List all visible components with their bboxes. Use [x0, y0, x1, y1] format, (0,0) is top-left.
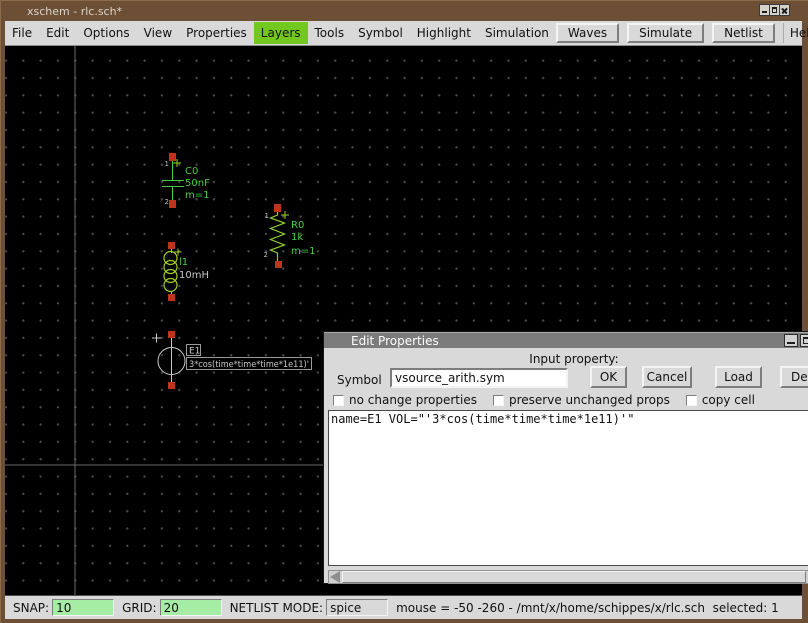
load-button[interactable]: Load: [715, 366, 762, 388]
property-textarea[interactable]: name=E1 VOL="'3*cos(time*time*time*1e11)…: [328, 410, 808, 566]
window-title: xschem - rlc.sch*: [27, 5, 122, 18]
pin-number: 1: [265, 212, 269, 220]
ok-button[interactable]: OK: [590, 366, 627, 388]
scrollbar-thumb[interactable]: [342, 571, 806, 583]
capacitor-C0[interactable]: 1 2 C0 50nF m=1: [162, 153, 210, 208]
edit-properties-dialog: Edit Properties Input property: Symbol O…: [323, 331, 808, 584]
dialog-titlebar[interactable]: Edit Properties: [324, 332, 808, 348]
pin-terminal[interactable]: [168, 242, 175, 249]
checkbox-label: preserve unchanged props: [509, 393, 670, 407]
component-ref: E1: [189, 347, 200, 357]
menu-options[interactable]: Options: [76, 22, 136, 44]
pin-number: 2: [264, 251, 268, 259]
pin-terminal[interactable]: [168, 331, 175, 338]
menu-layers[interactable]: Layers: [254, 22, 308, 44]
pin-terminal[interactable]: [169, 153, 176, 161]
pin-terminal[interactable]: [275, 261, 282, 268]
menu-properties[interactable]: Properties: [179, 22, 254, 44]
snap-label: SNAP:: [13, 601, 49, 615]
copy-cell-checkbox[interactable]: [686, 395, 697, 406]
pin-number: 2: [165, 198, 169, 206]
no-change-properties-checkbox[interactable]: [333, 395, 344, 406]
dialog-title: Edit Properties: [351, 334, 439, 348]
grid-label: GRID:: [122, 601, 156, 615]
simulate-button[interactable]: Simulate: [627, 23, 704, 43]
input-property-label: Input property:: [324, 352, 808, 366]
scroll-left-arrow-icon[interactable]: [330, 571, 340, 583]
menu-tools[interactable]: Tools: [308, 22, 352, 44]
help-button[interactable]: Help: [783, 23, 808, 43]
xschem-window: xschem - rlc.sch* File Edit Options View…: [0, 0, 808, 623]
component-value: 10mH: [179, 270, 209, 281]
netlist-button[interactable]: Netlist: [712, 23, 775, 43]
waves-button[interactable]: Waves: [556, 23, 619, 43]
dialog-checkboxes: no change properties preserve unchanged …: [333, 393, 771, 407]
grid-input[interactable]: [160, 599, 222, 616]
menu-edit[interactable]: Edit: [39, 22, 76, 44]
titlebar: xschem - rlc.sch*: [5, 1, 804, 21]
pin-terminal[interactable]: [274, 204, 281, 212]
resistor-R0[interactable]: 1 2 R0 1k m=1: [264, 204, 316, 268]
close-icon[interactable]: [779, 4, 790, 16]
symbol-input[interactable]: [390, 368, 568, 388]
horizontal-scrollbar[interactable]: [328, 570, 808, 584]
checkbox-label: copy cell: [702, 393, 755, 407]
netlist-mode-label: NETLIST MODE:: [230, 601, 324, 615]
menubar: File Edit Options View Properties Layers…: [5, 21, 802, 46]
pin-terminal[interactable]: [168, 294, 175, 301]
pin-number: 1: [165, 160, 169, 168]
vsource-E1-selected[interactable]: E1 3*cos(time*time*time*1e11)': [152, 331, 312, 389]
menu-simulation[interactable]: Simulation: [478, 22, 556, 44]
component-formula: 3*cos(time*time*time*1e11)': [189, 360, 309, 370]
mouse-status-text: mouse = -50 -260 - /mnt/x/home/schippes/…: [396, 601, 779, 615]
menu-highlight[interactable]: Highlight: [410, 22, 478, 44]
component-ref: C0: [185, 166, 198, 177]
component-ref: R0: [291, 220, 304, 231]
menu-file[interactable]: File: [5, 22, 39, 44]
snap-input[interactable]: [52, 599, 114, 616]
dialog-maximize-icon[interactable]: [800, 334, 808, 347]
statusbar: SNAP: GRID: NETLIST MODE: mouse = -50 -2…: [5, 595, 802, 619]
cancel-button[interactable]: Cancel: [642, 366, 692, 388]
symbol-label: Symbol: [337, 373, 382, 387]
netlist-mode-input[interactable]: [326, 599, 388, 616]
pin-terminal[interactable]: [169, 200, 176, 208]
inductor-l1[interactable]: l1 10mH: [164, 242, 209, 301]
window-controls: [760, 4, 790, 16]
component-value: 1k: [291, 232, 303, 243]
menu-symbol[interactable]: Symbol: [351, 22, 410, 44]
checkbox-label: no change properties: [349, 393, 477, 407]
component-mult: m=1: [291, 246, 315, 257]
preserve-unchanged-props-checkbox[interactable]: [493, 395, 504, 406]
component-mult: m=1: [185, 190, 209, 201]
component-ref: l1: [179, 257, 188, 268]
menu-view[interactable]: View: [137, 22, 179, 44]
del-button[interactable]: Del: [780, 366, 808, 388]
component-value: 50nF: [185, 178, 210, 189]
pin-terminal[interactable]: [168, 382, 175, 389]
dialog-minimize-icon[interactable]: [784, 334, 798, 347]
